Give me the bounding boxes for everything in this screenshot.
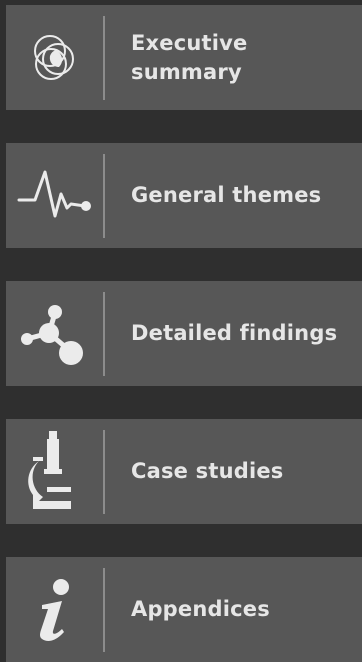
divider	[103, 292, 105, 376]
nav-item-executive-summary[interactable]: Executive summary	[6, 5, 362, 110]
divider	[103, 154, 105, 238]
divider	[103, 430, 105, 514]
divider	[103, 16, 105, 100]
venn-circles-icon	[6, 5, 104, 110]
nav-item-appendices[interactable]: Appendices	[6, 557, 362, 662]
nav-item-label: Appendices	[131, 597, 270, 621]
nav-item-case-studies[interactable]: Case studies	[6, 419, 362, 524]
nav-item-general-themes[interactable]: General themes	[6, 143, 362, 248]
nav-item-label: Case studies	[131, 459, 284, 483]
microscope-icon	[6, 419, 104, 524]
nav-item-label: General themes	[131, 183, 322, 207]
pulse-line-icon	[6, 143, 104, 248]
nav-item-detailed-findings[interactable]: Detailed findings	[6, 281, 362, 386]
nav-item-label: Executive summary	[131, 30, 248, 84]
divider	[103, 568, 105, 652]
molecule-icon	[6, 281, 104, 386]
info-icon	[6, 557, 104, 662]
nav-item-label: Detailed findings	[131, 321, 338, 345]
report-navigation: Executive summary General themes Detaile…	[0, 0, 362, 662]
